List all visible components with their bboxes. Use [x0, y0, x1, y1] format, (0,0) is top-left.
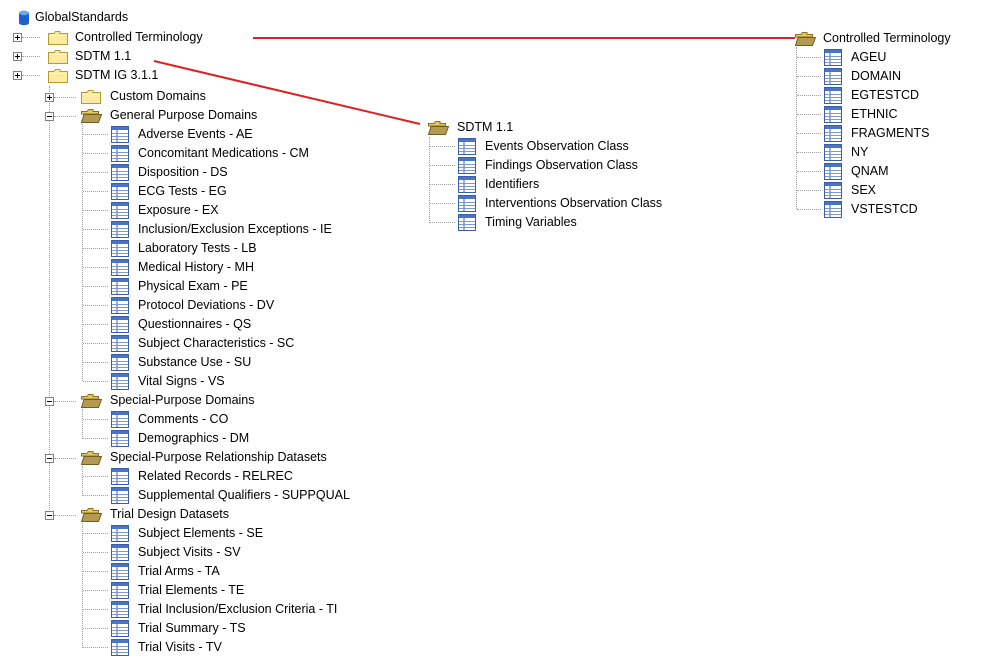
tree-root-label: GlobalStandards — [35, 10, 129, 24]
node-label: General Purpose Domains — [110, 108, 258, 122]
folder-open-icon — [81, 507, 103, 529]
node-label: Custom Domains — [110, 89, 206, 103]
folder-open-icon — [795, 31, 817, 53]
node-label: Controlled Terminology — [823, 31, 951, 45]
item-label: Subject Characteristics - SC — [138, 336, 295, 350]
item-label: Demographics - DM — [138, 431, 250, 445]
item-label: Interventions Observation Class — [485, 196, 663, 210]
item-label: Inclusion/Exclusion Exceptions - IE — [138, 222, 332, 236]
item-label: Trial Arms - TA — [138, 564, 220, 578]
item-label: Events Observation Class — [485, 139, 629, 153]
node-label: Trial Design Datasets — [110, 507, 230, 521]
expand-toggle[interactable] — [45, 93, 54, 102]
item-label: Substance Use - SU — [138, 355, 252, 369]
item-label: AGEU — [851, 50, 887, 64]
table-icon — [111, 639, 130, 663]
node-label: SDTM IG 3.1.1 — [75, 68, 159, 82]
item-label: Protocol Deviations - DV — [138, 298, 275, 312]
item-label: Physical Exam - PE — [138, 279, 248, 293]
item-label: NY — [851, 145, 869, 159]
folder-icon — [48, 68, 70, 90]
item-label: Related Records - RELREC — [138, 469, 293, 483]
table-icon — [458, 214, 477, 238]
collapse-toggle[interactable] — [45, 112, 54, 121]
node-label: Special-Purpose Domains — [110, 393, 255, 407]
item-label: FRAGMENTS — [851, 126, 930, 140]
item-label: ETHNIC — [851, 107, 898, 121]
node-label: SDTM 1.1 — [75, 49, 132, 63]
item-label: Vital Signs - VS — [138, 374, 225, 388]
item-label: Supplemental Qualifiers - SUPPQUAL — [138, 488, 350, 502]
collapse-toggle[interactable] — [45, 454, 54, 463]
node-label: Special-Purpose Relationship Datasets — [110, 450, 327, 464]
expand-toggle[interactable] — [13, 52, 22, 61]
collapse-toggle[interactable] — [45, 397, 54, 406]
item-label: Identifiers — [485, 177, 540, 191]
item-label: Timing Variables — [485, 215, 577, 229]
item-label: Adverse Events - AE — [138, 127, 253, 141]
item-label: Comments - CO — [138, 412, 229, 426]
item-label: Subject Visits - SV — [138, 545, 241, 559]
item-label: Laboratory Tests - LB — [138, 241, 257, 255]
item-label: SEX — [851, 183, 877, 197]
table-icon — [824, 201, 843, 225]
item-label: Trial Visits - TV — [138, 640, 222, 654]
item-label: Disposition - DS — [138, 165, 228, 179]
item-label: DOMAIN — [851, 69, 901, 83]
item-label: Trial Inclusion/Exclusion Criteria - TI — [138, 602, 338, 616]
item-label: EGTESTCD — [851, 88, 920, 102]
item-label: Trial Elements - TE — [138, 583, 245, 597]
item-label: QNAM — [851, 164, 889, 178]
item-label: Findings Observation Class — [485, 158, 638, 172]
folder-open-icon — [81, 393, 103, 415]
node-label: SDTM 1.1 — [457, 120, 514, 134]
folder-open-icon — [81, 108, 103, 130]
item-label: Concomitant Medications - CM — [138, 146, 309, 160]
node-label: Controlled Terminology — [75, 30, 203, 44]
item-label: Questionnaires - QS — [138, 317, 252, 331]
item-label: ECG Tests - EG — [138, 184, 227, 198]
item-label: Medical History - MH — [138, 260, 254, 274]
item-label: VSTESTCD — [851, 202, 918, 216]
item-label: Trial Summary - TS — [138, 621, 246, 635]
folder-open-icon — [428, 120, 450, 142]
expand-toggle[interactable] — [13, 71, 22, 80]
collapse-toggle[interactable] — [45, 511, 54, 520]
item-label: Subject Elements - SE — [138, 526, 264, 540]
folder-open-icon — [81, 450, 103, 472]
item-label: Exposure - EX — [138, 203, 219, 217]
expand-toggle[interactable] — [13, 33, 22, 42]
database-icon — [18, 10, 30, 32]
